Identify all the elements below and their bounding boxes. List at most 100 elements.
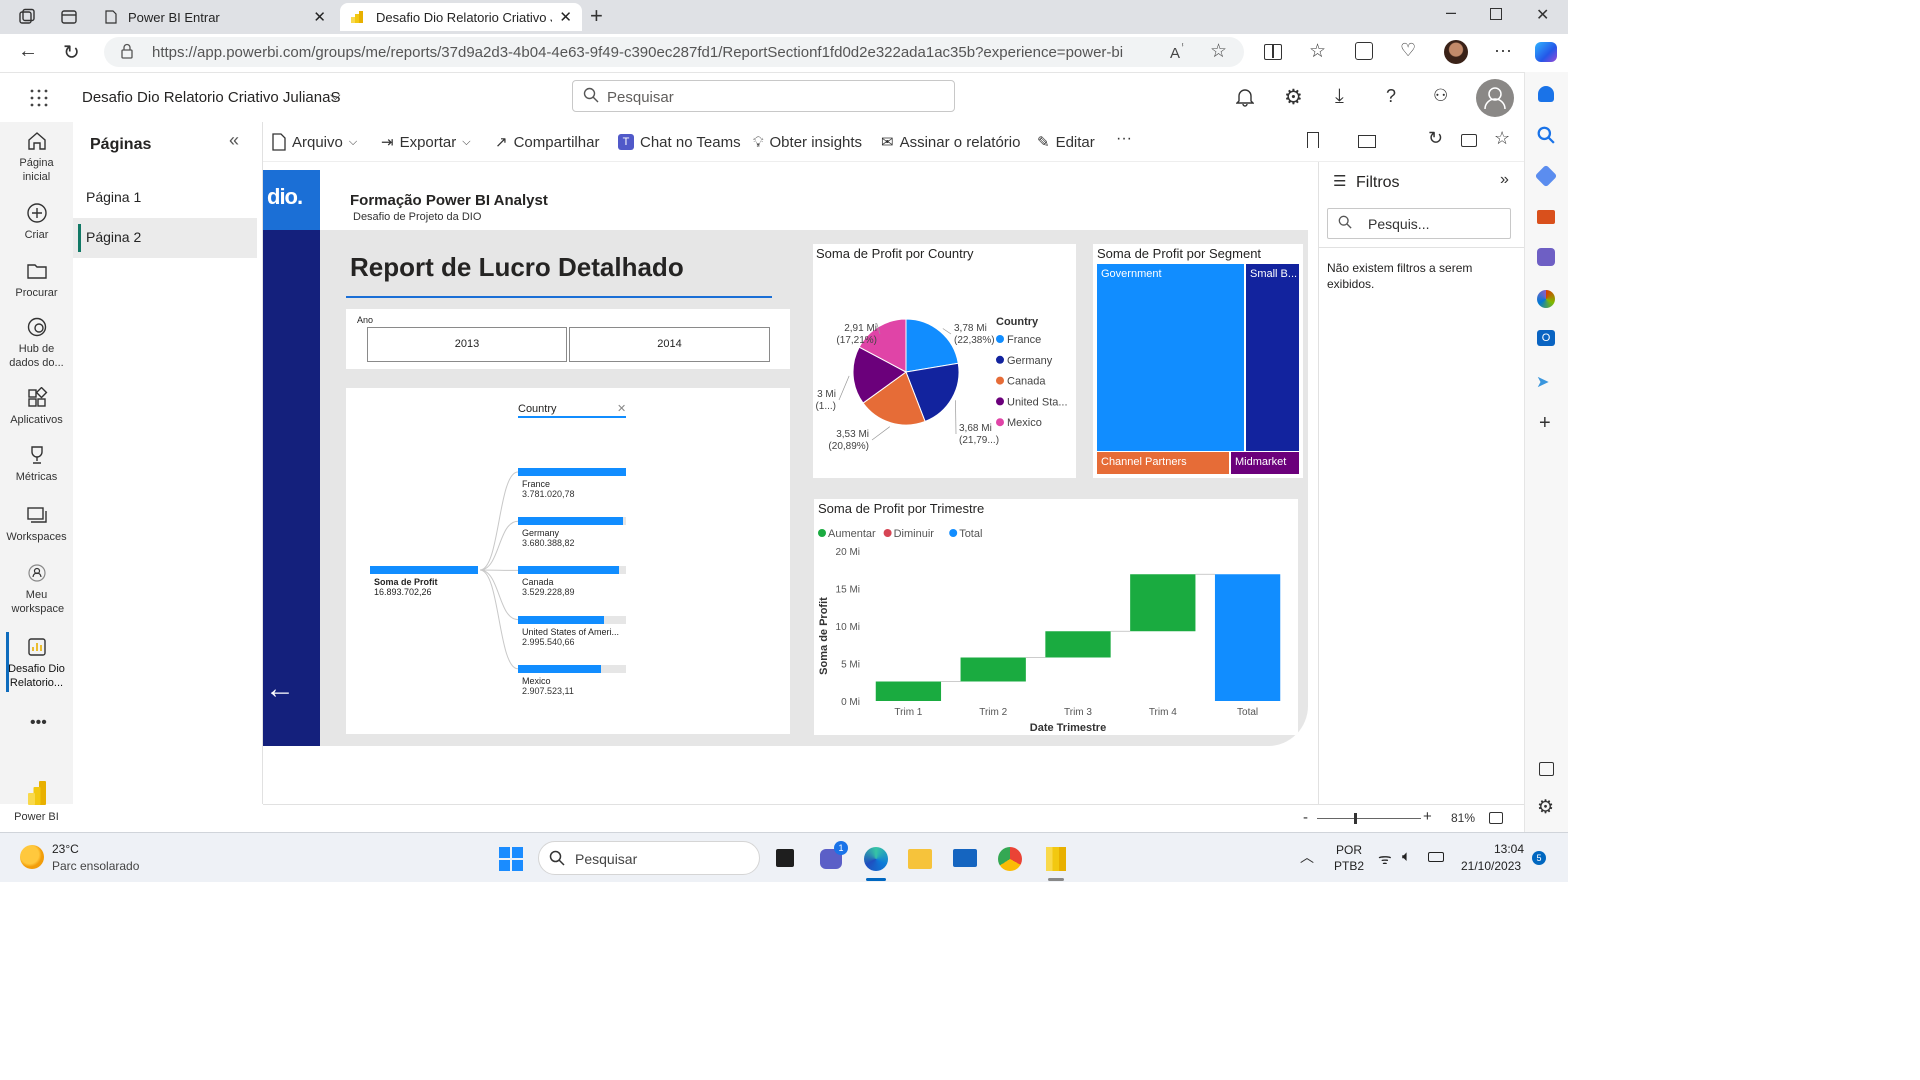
taskbar-search[interactable]: Pesquisar	[538, 841, 760, 875]
nav-data-hub[interactable]: Hub de dados do...	[0, 316, 73, 370]
treemap-tile[interactable]: Midmarket	[1231, 452, 1299, 474]
file-menu[interactable]: Arquivo ⌵	[272, 132, 357, 152]
more-icon[interactable]: ···	[1494, 40, 1512, 61]
nav-browse[interactable]: Procurar	[0, 260, 73, 300]
nav-create[interactable]: Criar	[0, 202, 73, 242]
search-sidebar-icon[interactable]	[1537, 126, 1555, 149]
favorites-icon[interactable]: ☆	[1309, 40, 1326, 63]
volume-icon[interactable]: 🔈︎	[1402, 848, 1411, 865]
collections-icon[interactable]	[1355, 42, 1373, 60]
account-avatar[interactable]	[1476, 79, 1514, 117]
slicer-option-2014[interactable]: 2014	[569, 327, 770, 362]
back-arrow-icon[interactable]: ←	[265, 672, 295, 706]
shopping-icon[interactable]	[1534, 164, 1558, 188]
file-explorer-icon[interactable]	[908, 849, 932, 869]
favorite-star-icon[interactable]: ☆	[1210, 40, 1227, 63]
send-icon[interactable]: ➤	[1536, 372, 1549, 392]
weather-text[interactable]: Parc ensolarado	[52, 859, 139, 873]
chevron-up-icon[interactable]: ︿	[1300, 847, 1314, 867]
waterfall-bar[interactable]	[1045, 631, 1111, 658]
pie-legend-item[interactable]: United Sta...	[1007, 396, 1068, 408]
maximize-icon[interactable]	[1490, 8, 1502, 20]
windows-start-icon[interactable]	[499, 847, 523, 871]
decomp-node[interactable]: Germany 3.680.388,82	[518, 517, 628, 548]
download-icon[interactable]: ⤓	[1335, 85, 1344, 108]
language-1[interactable]: POR	[1336, 843, 1362, 857]
add-sidebar-icon[interactable]: +	[1539, 412, 1551, 435]
close-icon[interactable]: ✕	[313, 8, 326, 26]
zoom-level[interactable]: 81%	[1451, 811, 1475, 825]
waterfall-legend-item[interactable]: Diminuir	[894, 528, 935, 540]
outlook-icon[interactable]: O	[1537, 330, 1555, 346]
new-tab-icon[interactable]: +	[590, 3, 603, 29]
tools-icon[interactable]	[1537, 210, 1555, 224]
waterfall-legend-item[interactable]: Total	[959, 528, 982, 540]
zoom-slider-thumb[interactable]	[1354, 813, 1357, 824]
zoom-slider[interactable]	[1317, 813, 1421, 824]
chrome-icon[interactable]	[998, 847, 1022, 871]
sidebar-settings-icon[interactable]: ⚙	[1537, 796, 1554, 819]
powerbi-taskbar-icon[interactable]	[1046, 847, 1066, 871]
url-field[interactable]: https://app.powerbi.com/groups/me/report…	[104, 37, 1244, 67]
clock-time[interactable]: 13:04	[1494, 842, 1524, 856]
pie-chart-card[interactable]: Soma de Profit por Country 3,78 Mi (22,38…	[813, 244, 1076, 478]
pie-legend-item[interactable]: Canada	[1007, 376, 1046, 388]
more-nav-icon[interactable]: •••	[30, 714, 47, 732]
waterfall-bar[interactable]	[960, 657, 1026, 682]
language-2[interactable]: PTB2	[1334, 859, 1364, 873]
minimize-icon[interactable]: –	[1446, 2, 1456, 23]
refresh-icon[interactable]: ↻	[63, 40, 80, 65]
waterfall-chart-card[interactable]: Soma de Profit por Trimestre Aumentar Dim…	[814, 499, 1298, 735]
waterfall-bar[interactable]	[1214, 574, 1281, 701]
notifications-sidebar-icon[interactable]	[1538, 86, 1554, 102]
app-launcher-icon[interactable]	[30, 89, 48, 112]
treemap-tile[interactable]: Small B...	[1246, 264, 1299, 451]
weather-temp[interactable]: 23°C	[52, 842, 79, 856]
decomp-node[interactable]: Mexico 2.907.523,11	[518, 664, 628, 696]
waterfall-bar[interactable]	[875, 681, 942, 702]
decomp-node[interactable]: United States of Ameri... 2.995.540,66	[518, 615, 628, 647]
waterfall-bar[interactable]	[1130, 574, 1196, 632]
nav-home[interactable]: Página inicial	[0, 130, 73, 184]
collapse-pages-icon[interactable]: «	[229, 130, 239, 151]
export-menu[interactable]: ⇥ Exportar ⌵	[381, 132, 471, 152]
notification-badge[interactable]: 5	[1532, 851, 1546, 865]
treemap-tile[interactable]: Government	[1097, 264, 1244, 451]
notifications-icon[interactable]	[1235, 87, 1255, 112]
help-icon[interactable]: ?	[1386, 86, 1396, 107]
pie-slice[interactable]	[905, 318, 959, 373]
fit-page-icon[interactable]	[1489, 812, 1503, 824]
copilot-icon[interactable]	[1535, 42, 1557, 62]
refresh-report-icon[interactable]: ↻	[1428, 128, 1443, 149]
pie-legend-item[interactable]: Germany	[1007, 355, 1053, 367]
mail-icon[interactable]	[953, 849, 977, 867]
waterfall-legend-item[interactable]: Aumentar	[828, 528, 876, 540]
pie-legend-item[interactable]: Mexico	[1007, 417, 1042, 429]
back-icon[interactable]: ←	[18, 40, 38, 63]
browser-essentials-icon[interactable]: ♡	[1400, 40, 1416, 61]
profile-avatar[interactable]	[1444, 40, 1468, 64]
nav-current-report[interactable]: Desafio Dio Relatorio...	[0, 636, 73, 690]
slicer-option-2013[interactable]: 2013	[367, 327, 567, 362]
share-button[interactable]: ↗ Compartilhar	[495, 132, 599, 152]
favorite-report-icon[interactable]: ☆	[1494, 128, 1510, 149]
task-view-icon[interactable]	[776, 849, 794, 867]
report-name[interactable]: Desafio Dio Relatorio Criativo JulianaS	[82, 89, 340, 106]
decomp-root[interactable]: Soma de Profit 16.893.702,26	[370, 566, 480, 597]
decomp-field-label[interactable]: Country	[518, 403, 557, 415]
pie-legend-item[interactable]: France	[1007, 334, 1041, 346]
settings-gear-icon[interactable]: ⚙	[1284, 85, 1303, 110]
more-options-icon[interactable]: ···	[1116, 130, 1132, 148]
read-aloud-icon[interactable]: Aⸯ	[1170, 42, 1185, 62]
nav-powerbi[interactable]: Power BI	[0, 780, 73, 824]
decomposition-tree[interactable]: Country ✕ Soma de Profit 16.893.702,26 F…	[346, 388, 790, 734]
decomp-node[interactable]: Canada 3.529.228,89	[518, 566, 628, 597]
office-icon[interactable]	[1537, 290, 1555, 308]
feedback-icon[interactable]: ⚇	[1433, 86, 1448, 106]
nav-my-workspace[interactable]: Meu workspace	[0, 562, 73, 616]
sidebar-toggle-icon[interactable]	[1539, 762, 1554, 776]
browser-tab-signin[interactable]: Power BI Entrar ✕	[92, 3, 336, 31]
expand-filters-icon[interactable]: »	[1500, 171, 1509, 189]
edit-button[interactable]: ✎ Editar	[1037, 132, 1095, 152]
games-icon[interactable]	[1537, 248, 1555, 266]
